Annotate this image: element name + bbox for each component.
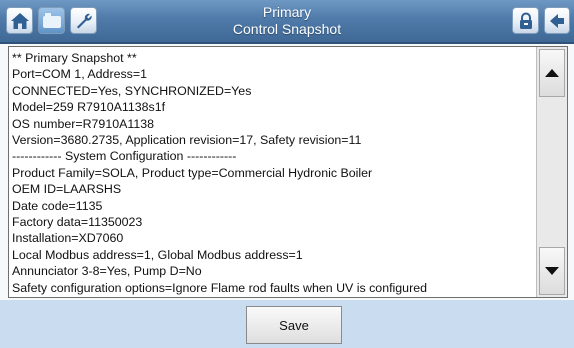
home-button[interactable] [6,7,33,34]
vertical-scrollbar[interactable] [536,47,567,297]
scroll-down-button[interactable] [539,247,565,295]
snapshot-line: Local Modbus address=1, Global Modbus ad… [12,247,303,262]
snapshot-line: Port=COM 1, Address=1 [12,67,147,82]
save-button[interactable]: Save [246,306,342,344]
page-title: Primary Control Snapshot [150,4,424,38]
scroll-up-button[interactable] [539,49,565,97]
snapshot-line: CONNECTED=Yes, SYNCHRONIZED=Yes [12,83,252,98]
snapshot-line: Factory data=11350023 [12,215,143,230]
wrench-icon [76,13,92,28]
back-button[interactable] [544,7,570,34]
screen-icon [42,12,61,28]
back-icon [550,13,564,28]
snapshot-line: Version=3680.2735, Application revision=… [12,133,362,148]
wrench-button[interactable] [70,7,97,34]
snapshot-text-panel[interactable]: ** Primary Snapshot ** Port=COM 1, Addre… [8,46,568,298]
lock-button[interactable] [512,7,539,34]
lock-icon [519,12,532,29]
snapshot-line: OS number=R7910A1138 [12,116,155,131]
snapshot-line: Product Family=SOLA, Product type=Commer… [12,165,373,180]
snapshot-line: Date code=1135 [12,198,103,213]
home-icon [10,12,29,29]
snapshot-lines: ** Primary Snapshot ** Port=COM 1, Addre… [12,50,540,296]
snapshot-line: Safety configuration options=Ignore Flam… [12,280,427,295]
snapshot-line: Annunciator 3-8=Yes, Pump D=No [12,264,202,279]
screen-button[interactable] [38,7,65,34]
title-line-primary: Primary [262,4,312,20]
snapshot-line: Installation=XD7060 [12,231,124,246]
snapshot-line: Model=259 R7910A1138s1f [12,100,166,115]
arrow-down-icon [545,267,559,275]
arrow-up-icon [545,69,559,77]
snapshot-line: ** Primary Snapshot ** [12,51,137,65]
title-line-control-snapshot: Control Snapshot [232,21,342,37]
snapshot-line: ------------ System Configuration ------… [12,149,237,164]
snapshot-line: OEM ID=LAARSHS [12,182,122,197]
